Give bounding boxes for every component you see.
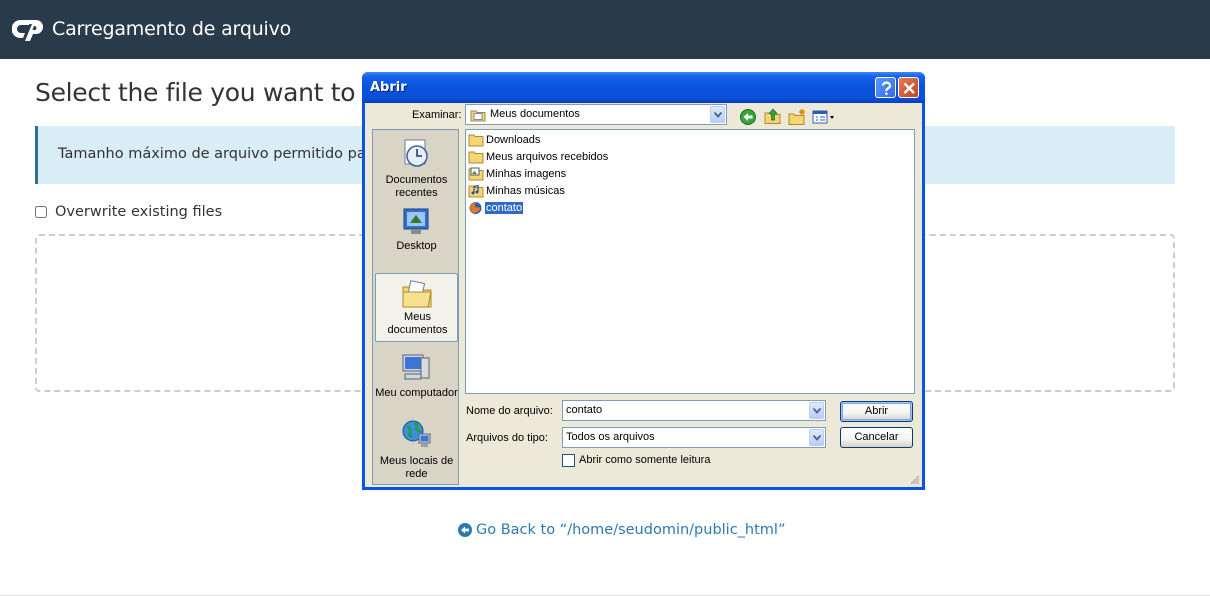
top-header: Carregamento de arquivo <box>0 0 1210 59</box>
network-places-icon <box>402 420 431 447</box>
filetype-value: Todos os arquivos <box>566 431 655 443</box>
desktop-icon <box>403 208 429 234</box>
file-name: contato <box>483 201 525 215</box>
recent-documents-icon <box>404 139 428 167</box>
file-name: Minhas imagens <box>486 168 567 180</box>
arrow-circle-left-icon <box>458 523 472 537</box>
help-button[interactable] <box>875 77 896 98</box>
filename-history-arrow[interactable] <box>809 402 824 419</box>
filetype-dropdown[interactable]: Todos os arquivos <box>562 427 826 448</box>
dialog-title: Abrir <box>370 80 407 95</box>
new-folder-icon[interactable] <box>787 108 807 126</box>
folder-icon <box>468 151 484 164</box>
look-in-value: Meus documentos <box>490 108 580 120</box>
places-bar: Documentos recentes Desktop Meus documen… <box>372 129 459 485</box>
place-label: Meu computador <box>375 387 458 399</box>
filename-value: contato <box>566 404 603 416</box>
place-my-computer[interactable]: Meu computador <box>375 350 458 410</box>
resize-grip-icon[interactable] <box>910 475 920 485</box>
cancel-button[interactable]: Cancelar <box>840 427 913 448</box>
filename-input[interactable]: contato <box>562 400 826 421</box>
place-label: Documentos recentes <box>385 174 448 199</box>
question-mark-icon <box>881 81 892 95</box>
place-recent-documents[interactable]: Documentos recentes <box>375 134 458 200</box>
look-in-arrow[interactable] <box>710 106 725 123</box>
back-icon[interactable] <box>739 108 759 126</box>
list-item-contato[interactable]: contato <box>468 200 525 216</box>
filetype-arrow[interactable] <box>809 429 824 446</box>
place-my-network[interactable]: Meus locais de rede <box>375 416 458 482</box>
chevron-down-icon <box>714 112 722 118</box>
readonly-label[interactable]: Abrir como somente leitura <box>579 454 710 466</box>
readonly-checkbox[interactable] <box>562 454 575 467</box>
my-documents-icon <box>470 110 486 122</box>
view-menu-icon[interactable] <box>811 108 837 126</box>
music-folder-icon <box>468 184 484 198</box>
place-label: Meus documentos <box>387 311 448 336</box>
list-item-pictures[interactable]: Minhas imagens <box>468 166 567 182</box>
place-label: Desktop <box>396 240 437 252</box>
max-file-size-text: Tamanho máximo de arquivo permitido para <box>58 146 381 162</box>
filename-label: Nome do arquivo: <box>466 405 553 417</box>
file-list[interactable]: Downloads Meus arquivos recebidos Minhas… <box>465 129 915 394</box>
cpanel-logo-icon[interactable] <box>12 17 44 41</box>
open-file-dialog: Abrir Examinar: Meus documentos Document… <box>362 72 925 490</box>
close-icon <box>903 82 915 94</box>
pictures-folder-icon <box>468 167 484 181</box>
file-name: Downloads <box>486 134 541 146</box>
close-button[interactable] <box>898 77 919 98</box>
chevron-down-icon <box>813 435 821 441</box>
my-computer-icon <box>402 354 430 380</box>
go-back-link[interactable]: Go Back to “/home/seudomin/public_html” <box>458 522 785 538</box>
file-name: Meus arquivos recebidos <box>486 151 609 163</box>
my-documents-icon <box>402 280 432 308</box>
firefox-file-icon <box>469 202 482 214</box>
place-label: Meus locais de rede <box>379 455 454 480</box>
dialog-titlebar[interactable]: Abrir <box>362 72 925 103</box>
open-button[interactable]: Abrir <box>840 401 913 422</box>
overwrite-label: Overwrite existing files <box>55 204 223 220</box>
place-desktop[interactable]: Desktop <box>375 204 458 264</box>
folder-icon <box>468 134 484 147</box>
list-item-received-files[interactable]: Meus arquivos recebidos <box>468 149 609 165</box>
list-item-music[interactable]: Minhas músicas <box>468 183 566 199</box>
place-my-documents[interactable]: Meus documentos <box>375 273 458 342</box>
up-folder-icon[interactable] <box>763 107 783 125</box>
overwrite-checkbox[interactable] <box>35 206 47 218</box>
chevron-down-icon <box>813 408 821 414</box>
list-item-downloads[interactable]: Downloads <box>468 132 541 148</box>
look-in-label: Examinar: <box>412 109 462 121</box>
upload-heading: Select the file you want to upl <box>35 78 401 107</box>
look-in-dropdown[interactable]: Meus documentos <box>465 104 727 125</box>
overwrite-option[interactable]: Overwrite existing files <box>35 204 222 220</box>
file-name: Minhas músicas <box>486 185 565 197</box>
filetype-label: Arquivos do tipo: <box>466 432 548 444</box>
page-title: Carregamento de arquivo <box>52 18 292 40</box>
dialog-body: Examinar: Meus documentos Documentos rec… <box>365 103 922 487</box>
go-back-label: Go Back to “/home/seudomin/public_html” <box>476 522 786 538</box>
